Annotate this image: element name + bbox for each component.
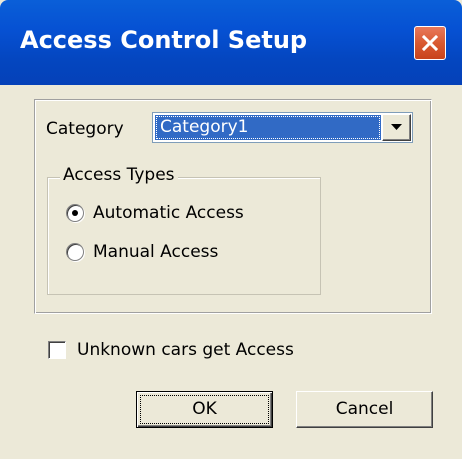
access-types-group — [47, 177, 321, 295]
close-button[interactable] — [414, 26, 446, 60]
radio-manual-access[interactable]: Manual Access — [66, 242, 218, 262]
title-bar[interactable]: Access Control Setup — [0, 0, 462, 85]
window-title: Access Control Setup — [20, 26, 308, 54]
dialog-client-area: Category Category1 Access Types Automati… — [0, 85, 462, 459]
focus-rectangle — [140, 395, 269, 424]
radio-automatic-access[interactable]: Automatic Access — [66, 203, 244, 223]
chevron-down-icon — [391, 124, 402, 130]
unknown-cars-checkbox-row[interactable]: Unknown cars get Access — [48, 340, 294, 360]
ok-button[interactable]: OK — [136, 391, 273, 428]
cancel-button[interactable]: Cancel — [296, 391, 433, 428]
dropdown-button[interactable] — [382, 114, 411, 141]
radio-button-unchecked[interactable] — [66, 243, 84, 261]
unknown-cars-checkbox[interactable] — [48, 341, 66, 359]
access-types-title: Access Types — [60, 165, 178, 185]
dialog-window: Access Control Setup Category Category1 … — [0, 0, 462, 459]
category-label: Category — [46, 119, 124, 139]
category-dropdown[interactable]: Category1 — [152, 112, 413, 143]
unknown-cars-label: Unknown cars get Access — [77, 340, 294, 360]
radio-button-checked[interactable] — [66, 204, 84, 222]
close-icon — [421, 34, 439, 52]
cancel-button-label: Cancel — [335, 399, 394, 419]
radio-label: Manual Access — [93, 242, 219, 262]
radio-label: Automatic Access — [93, 203, 244, 223]
category-selected-value: Category1 — [155, 115, 381, 140]
